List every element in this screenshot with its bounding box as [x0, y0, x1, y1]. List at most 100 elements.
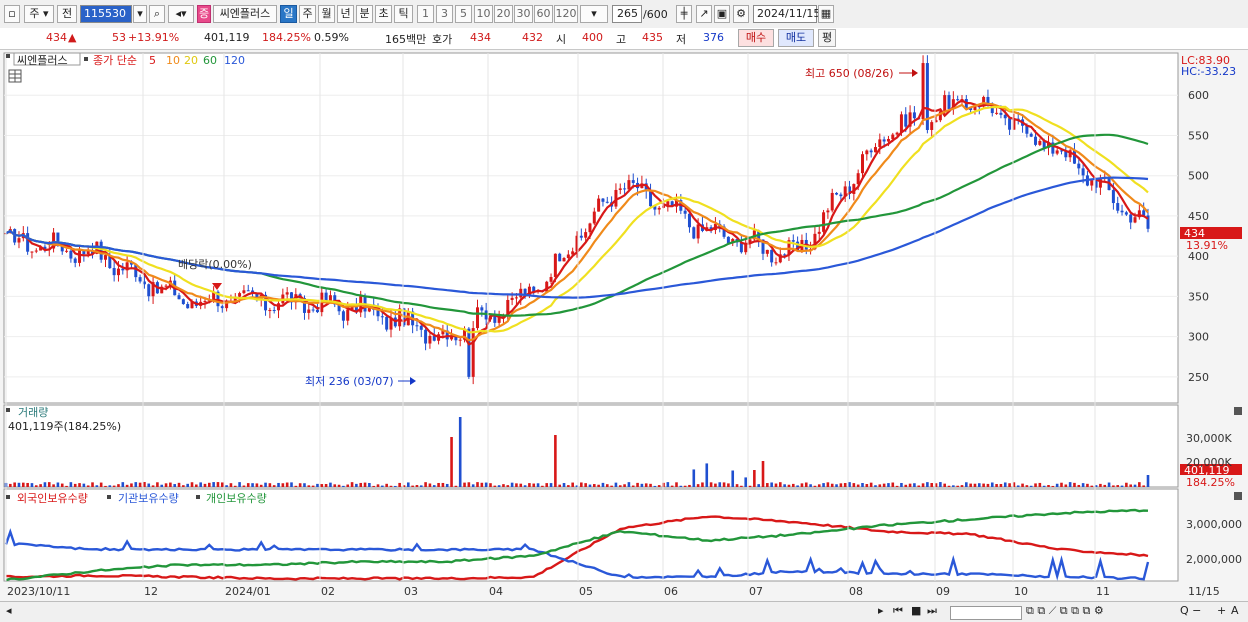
last-page-icon[interactable]: ⏭	[927, 604, 937, 618]
candle-body	[17, 238, 21, 243]
save-icon[interactable]: ▣	[714, 5, 730, 23]
volume-bar	[30, 483, 34, 487]
candle-body	[268, 310, 272, 312]
interval-1-button[interactable]: 1	[417, 5, 434, 23]
candle-body	[886, 138, 890, 142]
candle-body	[428, 335, 432, 344]
volume-bar	[887, 483, 890, 487]
volume-bar	[104, 485, 107, 487]
date-input[interactable]: 2024/11/15	[753, 5, 820, 23]
interval-60-button[interactable]: 60	[534, 5, 553, 23]
interval-5-button[interactable]: 5	[455, 5, 472, 23]
candle-body	[835, 192, 839, 195]
quote-label: 호가	[432, 33, 453, 46]
interval-20-button[interactable]: 20	[494, 5, 513, 23]
volume-bar	[69, 482, 73, 487]
font-size-icon[interactable]: A	[1231, 604, 1239, 617]
volume-bar	[363, 482, 367, 487]
scroll-left-icon[interactable]: ◂	[6, 604, 12, 617]
scroll-right-icon[interactable]: ▸	[878, 604, 884, 617]
volume-bar	[1142, 485, 1145, 487]
zoom-out-icon[interactable]: Q −	[1180, 604, 1201, 617]
chart-tools-icons[interactable]: ⧉ ⧉ ⟋ ⧉ ⧉ ⧉ ⚙	[1026, 604, 1104, 618]
candle-body	[584, 232, 588, 238]
volume-bar	[82, 483, 86, 487]
scroll-bar[interactable]: ◂ ▸ ⏮ ■ ⏭ ⧉ ⧉ ⟋ ⧉ ⧉ ⧉ ⚙ Q − + A	[0, 601, 1248, 622]
volume-bar	[636, 482, 639, 487]
candle-body	[687, 213, 691, 228]
period-month-tab[interactable]: 월	[318, 5, 335, 23]
interval-120-button[interactable]: 120	[554, 5, 578, 23]
period-second-tab[interactable]: 초	[375, 5, 392, 23]
volume-bar	[355, 483, 358, 487]
volume-bar	[1042, 485, 1046, 487]
search-icon[interactable]: ⌕	[149, 5, 165, 23]
stop-icon[interactable]: ■	[911, 604, 921, 617]
candle-body	[324, 292, 328, 301]
volume-bar	[515, 483, 518, 487]
first-page-icon[interactable]: ⏮	[893, 604, 903, 618]
volume-bar	[597, 484, 600, 487]
candle-body	[947, 95, 951, 110]
candle-body	[1142, 210, 1146, 216]
legend-ma-5: 5	[149, 54, 156, 67]
volume-bar	[510, 482, 514, 487]
stock-code-input[interactable]: 115530	[80, 5, 132, 23]
candle-body	[765, 249, 769, 254]
count-input[interactable]: 265	[612, 5, 642, 23]
volume-bar	[952, 485, 955, 487]
market-scope-select[interactable]: 전	[57, 5, 77, 23]
x-axis-label: 11	[1096, 585, 1110, 598]
speaker-icon[interactable]: ◂▾	[168, 5, 194, 23]
sell-button[interactable]: 매도	[778, 29, 814, 47]
volume-bar	[1047, 484, 1050, 487]
stock-chart[interactable]: 600550500450400350300250 2023/10/11 12 202…	[0, 50, 1248, 601]
zoom-slider[interactable]	[950, 606, 1022, 620]
candle-body	[774, 262, 778, 264]
candle-body	[103, 255, 107, 260]
current-pct-tag: 13.91%	[1186, 239, 1228, 252]
volume-bar	[917, 485, 921, 487]
open-label: 시	[556, 33, 567, 46]
volume-bar	[588, 484, 592, 487]
candle-body	[657, 207, 661, 210]
calendar-icon[interactable]: ▦	[818, 5, 834, 23]
period-minute-tab[interactable]: 분	[356, 5, 373, 23]
period-week-tab[interactable]: 주	[299, 5, 316, 23]
period-tick-tab[interactable]: 틱	[394, 5, 413, 23]
buy-button[interactable]: 매수	[738, 29, 774, 47]
candle-body	[1008, 118, 1012, 130]
volume-bar	[463, 482, 466, 487]
volume-bar	[714, 483, 717, 487]
volume-bar	[415, 485, 419, 487]
layout-icon[interactable]: ▫	[4, 5, 20, 23]
gear-icon[interactable]: ⚙	[733, 5, 749, 23]
custom-interval-select[interactable]: ▾	[580, 5, 608, 23]
period-day-tab[interactable]: 일	[280, 5, 297, 23]
candle-body	[562, 257, 566, 262]
legend-ma-120: 120	[224, 54, 245, 67]
candle-type-icon[interactable]: ╪	[676, 5, 692, 23]
volume-bar	[567, 485, 570, 487]
x-axis-label: 2024/01	[225, 585, 271, 598]
interval-10-button[interactable]: 10	[474, 5, 493, 23]
volume-bar	[679, 485, 683, 487]
legend-ma-10: 10	[166, 54, 180, 67]
volume-bar	[73, 483, 77, 487]
candle-body	[696, 224, 700, 239]
average-button[interactable]: 평	[818, 29, 836, 47]
volume-close-icon[interactable]	[1234, 407, 1242, 415]
interval-30-button[interactable]: 30	[514, 5, 533, 23]
price-tick-label: 400	[1188, 250, 1209, 263]
volume-title: 거래량	[18, 406, 48, 419]
x-axis-label: 03	[404, 585, 418, 598]
interval-3-button[interactable]: 3	[436, 5, 453, 23]
holding-close-icon[interactable]	[1234, 492, 1242, 500]
period-year-tab[interactable]: 년	[337, 5, 354, 23]
candle-body	[285, 292, 289, 295]
candle-body	[1077, 163, 1081, 169]
market-type-select[interactable]: 주 ▾	[24, 5, 54, 23]
zoom-in-icon[interactable]: +	[1217, 604, 1226, 617]
indicator-icon[interactable]: ↗	[696, 5, 712, 23]
code-dropdown-icon[interactable]: ▾	[133, 5, 147, 23]
